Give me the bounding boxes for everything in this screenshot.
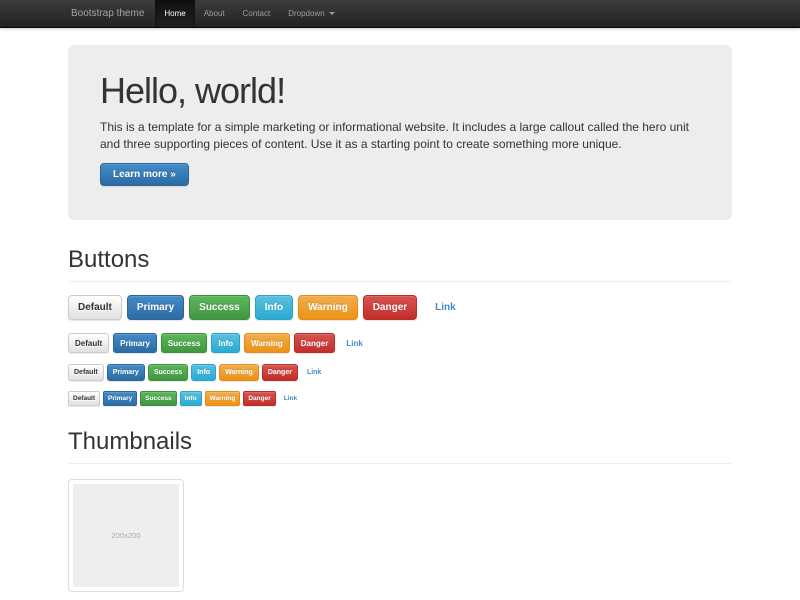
page-container: Hello, world! This is a template for a s… [68,45,732,592]
button-info-small[interactable]: Info [191,364,216,381]
button-row-default: DefaultPrimarySuccessInfoWarningDangerLi… [68,333,732,353]
navbar-brand[interactable]: Bootstrap theme [68,0,144,27]
nav-item-label: Dropdown [288,9,324,18]
nav-item-contact[interactable]: Contact [234,0,280,27]
thumbnails-section-header: Thumbnails [68,428,732,464]
hero-text: This is a template for a simple marketin… [100,119,712,153]
thumbnails-section-title: Thumbnails [68,428,732,456]
button-row-extra-small: DefaultPrimarySuccess InfoWarningDanger Li… [68,391,732,406]
navbar-container: Bootstrap theme Home About Contact Dropd… [68,0,732,27]
button-success-small[interactable]: Success [148,364,188,381]
button-default-small[interactable]: Default [68,364,104,381]
buttons-section-title: Buttons [68,246,732,274]
navbar: Bootstrap theme Home About Contact Dropd… [0,0,800,28]
button-row-small: DefaultPrimarySuccessInfoWarningDangerLi… [68,364,732,381]
placeholder-label: 200x200 [112,531,141,540]
button-success-large[interactable]: Success [189,295,250,320]
button-default-extra-small[interactable]: Default [68,391,100,406]
button-success-extra-small[interactable]: Success [140,391,176,406]
nav-item-label: Home [164,9,185,18]
learn-more-button[interactable]: Learn more » [100,163,189,186]
button-primary-extra-small[interactable]: Primary [103,391,137,406]
button-link-extra-small[interactable]: Link [279,391,302,406]
button-link-large[interactable]: Link [425,295,466,320]
button-link-default[interactable]: Link [339,333,369,353]
button-default-large[interactable]: Default [68,295,122,320]
nav-item-label: Contact [243,9,271,18]
button-warning-extra-small[interactable]: Warning [205,391,241,406]
button-row-large: DefaultPrimarySuccessInfoWarningDanger Li… [68,295,732,320]
thumbnail[interactable]: 200x200 [68,479,184,592]
nav-item-about[interactable]: About [195,0,234,27]
hero-unit: Hello, world! This is a template for a s… [68,45,732,220]
button-warning-small[interactable]: Warning [219,364,259,381]
button-info-default[interactable]: Info [211,333,240,353]
button-danger-large[interactable]: Danger [363,295,417,320]
navbar-menu: Home About Contact Dropdown [155,0,343,27]
button-primary-large[interactable]: Primary [127,295,184,320]
button-danger-extra-small[interactable]: Danger [243,391,275,406]
button-danger-small[interactable]: Danger [262,364,298,381]
button-primary-default[interactable]: Primary [113,333,157,353]
button-info-large[interactable]: Info [255,295,293,320]
buttons-section-header: Buttons [68,246,732,282]
nav-item-dropdown[interactable]: Dropdown [279,0,343,27]
button-info-extra-small[interactable]: Info [180,391,202,406]
hero-title: Hello, world! [100,71,710,111]
nav-item-label: About [204,9,225,18]
placeholder-image: 200x200 [73,484,179,587]
button-warning-default[interactable]: Warning [244,333,290,353]
button-default-default[interactable]: Default [68,333,109,353]
button-danger-default[interactable]: Danger [294,333,336,353]
button-link-small[interactable]: Link [301,364,327,381]
button-warning-large[interactable]: Warning [298,295,358,320]
caret-down-icon [329,12,335,15]
button-primary-small[interactable]: Primary [107,364,145,381]
nav-item-home[interactable]: Home [155,0,194,27]
button-success-default[interactable]: Success [161,333,207,353]
